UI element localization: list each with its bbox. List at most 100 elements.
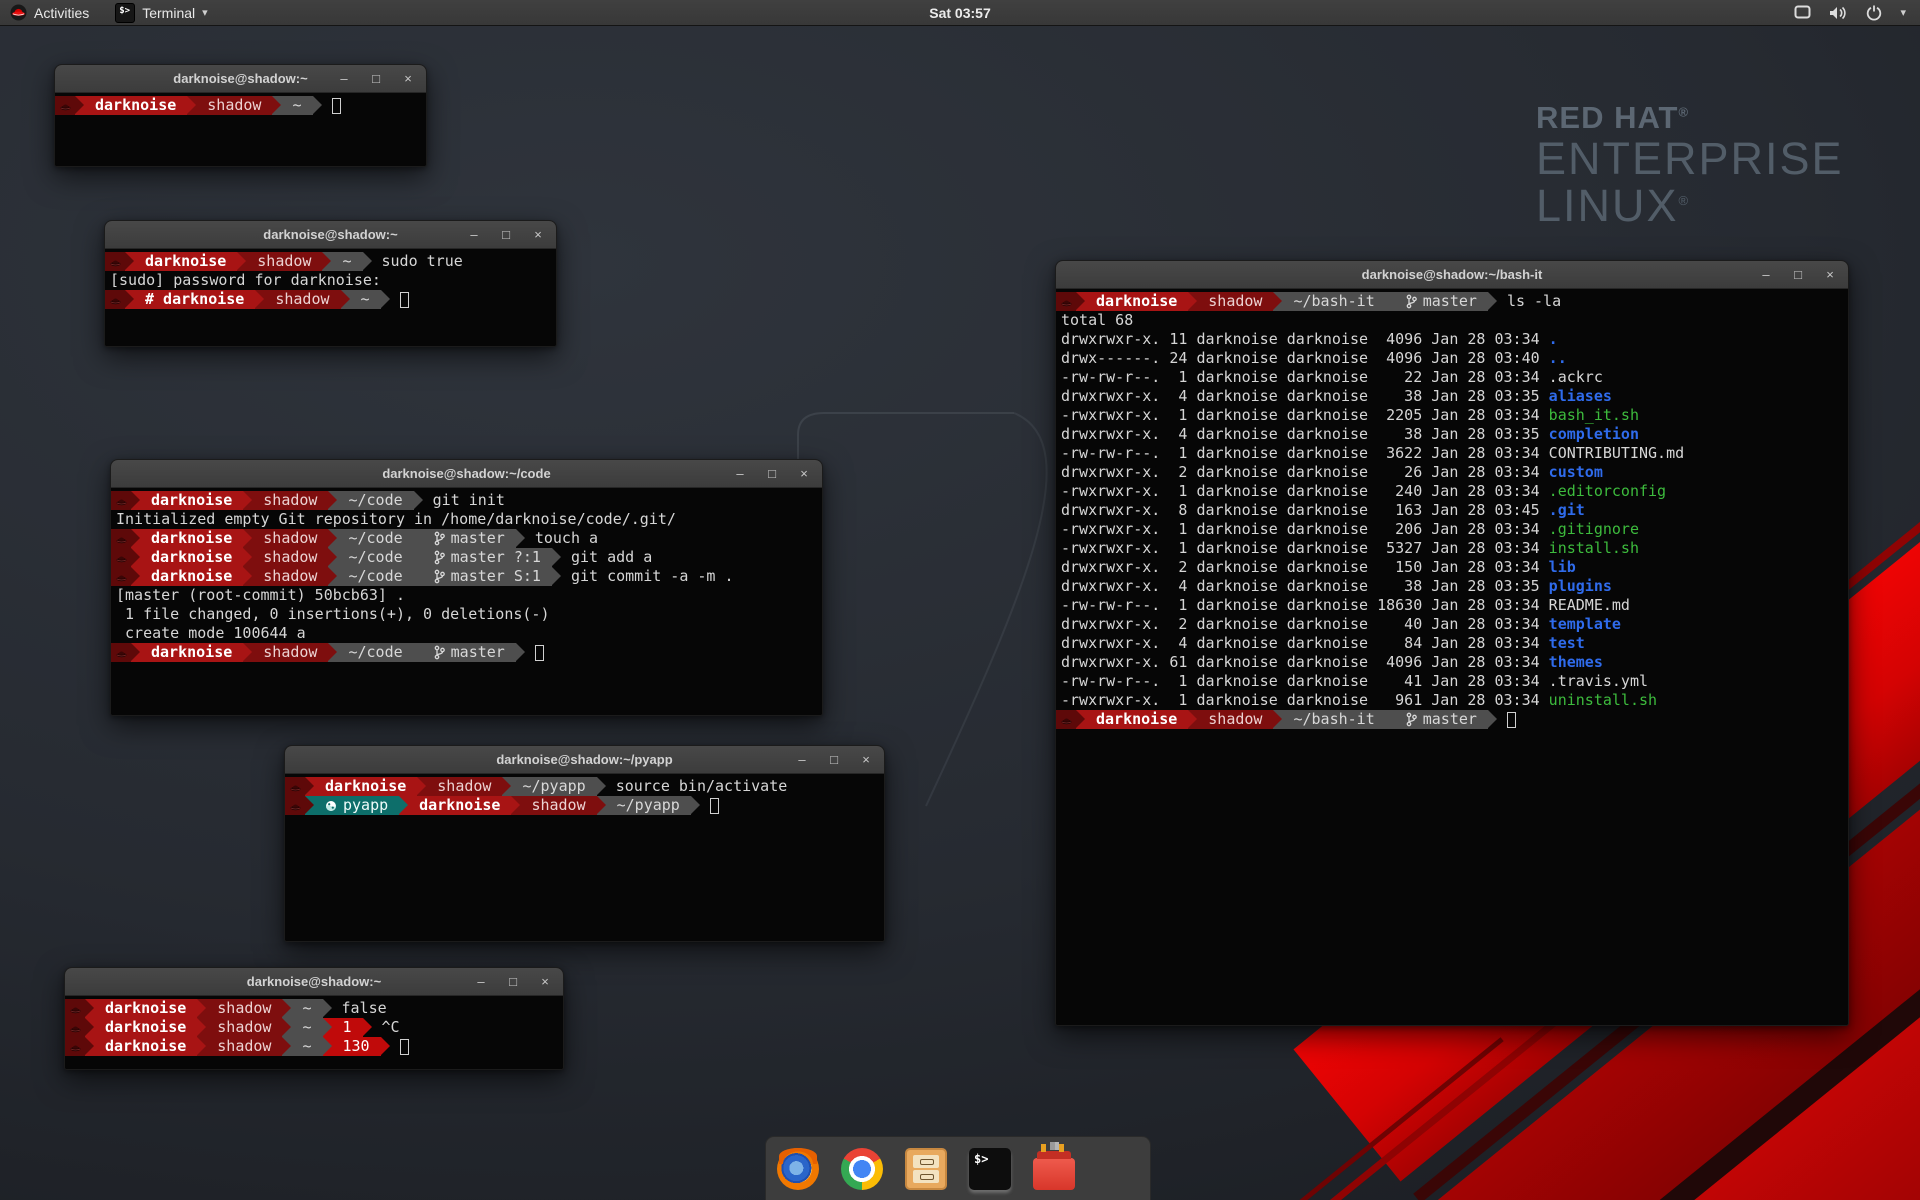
activities-button[interactable]: Activities (8, 0, 99, 26)
terminal-line: drwxrwxr-x. 8 darknoise darknoise 163 Ja… (1056, 501, 1848, 520)
maximize-button[interactable]: □ (498, 221, 514, 249)
powerline-separator-icon (363, 252, 372, 271)
maximize-button[interactable]: □ (368, 65, 384, 93)
dock-toolbox[interactable] (1032, 1147, 1076, 1191)
terminal-body[interactable]: darknoiseshadow~sudo true[sudo] password… (105, 249, 556, 346)
terminal-line: darknoiseshadow~/bash-itmasterls -la (1056, 292, 1848, 311)
close-button[interactable]: × (1822, 261, 1838, 289)
minimize-button[interactable]: – (466, 221, 482, 249)
display-icon[interactable] (1794, 5, 1811, 20)
prompt-segment-hat (105, 290, 125, 309)
close-button[interactable]: × (537, 968, 553, 996)
powerline-separator-icon (323, 999, 332, 1018)
terminal-body[interactable]: darknoiseshadow~ (55, 93, 426, 166)
terminal-body[interactable]: darknoiseshadow~/codegit initInitialized… (111, 488, 822, 715)
close-button[interactable]: × (400, 65, 416, 93)
prompt-segment-hat (65, 1018, 85, 1037)
close-button[interactable]: × (858, 746, 874, 774)
terminal-body[interactable]: darknoiseshadow~/pyappsource bin/activat… (285, 774, 884, 941)
prompt-segment-host: shadow (426, 777, 502, 796)
activities-label: Activities (34, 5, 89, 21)
window-titlebar[interactable]: darknoise@shadow:~–□× (105, 221, 556, 249)
powerline-separator-icon (1273, 710, 1282, 729)
maximize-button[interactable]: □ (1790, 261, 1806, 289)
window-titlebar[interactable]: darknoise@shadow:~/code–□× (111, 460, 822, 488)
prompt-segment-text: ~/pyapp (617, 796, 680, 815)
prompt-segment-text: darknoise (105, 1037, 186, 1056)
prompt-segment-hat (111, 643, 131, 662)
terminal-line: drwxrwxr-x. 61 darknoise darknoise 4096 … (1056, 653, 1848, 672)
prompt-segment-git: master (423, 643, 516, 662)
firefox-icon (777, 1148, 819, 1190)
powerline-separator-icon (414, 567, 423, 586)
prompt-segment-path: ~/code (337, 643, 413, 662)
red-hat-icon (1061, 297, 1072, 307)
window-titlebar[interactable]: darknoise@shadow:~–□× (55, 65, 426, 93)
rhel-logo-line2: ENTERPRISE (1536, 136, 1844, 183)
prompt-segment-git: master ?:1 (423, 548, 552, 567)
powerline-separator-icon (313, 96, 322, 115)
maximize-button[interactable]: □ (826, 746, 842, 774)
dock-firefox[interactable] (776, 1147, 820, 1191)
desktop: RED HAT® ENTERPRISE LINUX® darknoise@sha… (0, 0, 1920, 1200)
window-titlebar[interactable]: darknoise@shadow:~/pyapp–□× (285, 746, 884, 774)
command-text: sudo true (382, 252, 463, 271)
ls-filename: bash_it.sh (1549, 406, 1639, 425)
close-button[interactable]: × (796, 460, 812, 488)
prompt-segment-hat (111, 491, 131, 510)
red-hat-icon (116, 553, 127, 563)
terminal-cursor (400, 1039, 409, 1055)
window-buttons: –□ × (732, 460, 812, 488)
minimize-button[interactable]: – (732, 460, 748, 488)
maximize-button[interactable]: □ (505, 968, 521, 996)
prompt-segment-hat (65, 1037, 85, 1056)
terminal-line: [master (root-commit) 50bcb63] . (111, 586, 822, 605)
clock[interactable]: Sat 03:57 (929, 5, 990, 21)
maximize-button[interactable]: □ (764, 460, 780, 488)
dock-terminal[interactable]: $> (968, 1147, 1012, 1191)
clock-area: Sat 03:57 (0, 5, 1920, 21)
minimize-button[interactable]: – (794, 746, 810, 774)
terminal-body[interactable]: darknoiseshadow~falsedarknoiseshadow~1^C… (65, 996, 563, 1069)
dock-app-grid[interactable] (1096, 1147, 1140, 1191)
powerline-separator-icon (511, 796, 520, 815)
prompt-segment-text: darknoise (151, 548, 232, 567)
terminal-line: -rw-rw-r--. 1 darknoise darknoise 3622 J… (1056, 444, 1848, 463)
rhel-logo: RED HAT® ENTERPRISE LINUX® (1536, 100, 1844, 230)
minimize-button[interactable]: – (473, 968, 489, 996)
prompt-segment-text: ~/bash-it (1293, 292, 1374, 311)
prompt-segment-text: master (1423, 710, 1477, 729)
close-button[interactable]: × (530, 221, 546, 249)
prompt-segment-text: ~/code (348, 643, 402, 662)
powerline-separator-icon (85, 999, 94, 1018)
prompt-segment-text: shadow (263, 529, 317, 548)
app-menu-terminal[interactable]: $> Terminal ▾ (105, 0, 217, 26)
prompt-segment-text: master (1423, 292, 1477, 311)
dock-chrome[interactable] (840, 1147, 884, 1191)
prompt-segment-host: shadow (252, 643, 328, 662)
chevron-down-icon[interactable]: ▾ (1900, 6, 1906, 19)
prompt-segment-path: ~ (331, 252, 362, 271)
window-titlebar[interactable]: darknoise@shadow:~/bash-it–□× (1056, 261, 1848, 289)
prompt-segment-path: ~/code (337, 529, 413, 548)
powerline-separator-icon (305, 777, 314, 796)
prompt-segment-user: darknoise (408, 796, 511, 815)
dock-files[interactable] (904, 1147, 948, 1191)
power-icon[interactable] (1866, 5, 1882, 21)
files-icon (905, 1148, 947, 1190)
minimize-button[interactable]: – (1758, 261, 1774, 289)
terminal-line: -rwxrwxr-x. 1 darknoise darknoise 206 Ja… (1056, 520, 1848, 539)
powerline-separator-icon (414, 643, 423, 662)
minimize-button[interactable]: – (336, 65, 352, 93)
prompt-segment-user: darknoise (84, 96, 187, 115)
terminal-cursor (710, 798, 719, 814)
window-titlebar[interactable]: darknoise@shadow:~–□× (65, 968, 563, 996)
volume-icon[interactable] (1829, 5, 1848, 21)
terminal-line: drwxrwxr-x. 4 darknoise darknoise 84 Jan… (1056, 634, 1848, 653)
terminal-line: drwxrwxr-x. 2 darknoise darknoise 26 Jan… (1056, 463, 1848, 482)
ls-filename: uninstall.sh (1549, 691, 1657, 710)
prompt-segment-user: darknoise (94, 999, 197, 1018)
terminal-body[interactable]: darknoiseshadow~/bash-itmasterls -latota… (1056, 289, 1848, 1025)
terminal-line: # darknoiseshadow~ (105, 290, 556, 309)
ls-row-fields: -rwxrwxr-x. 1 darknoise darknoise 206 Ja… (1061, 520, 1549, 539)
